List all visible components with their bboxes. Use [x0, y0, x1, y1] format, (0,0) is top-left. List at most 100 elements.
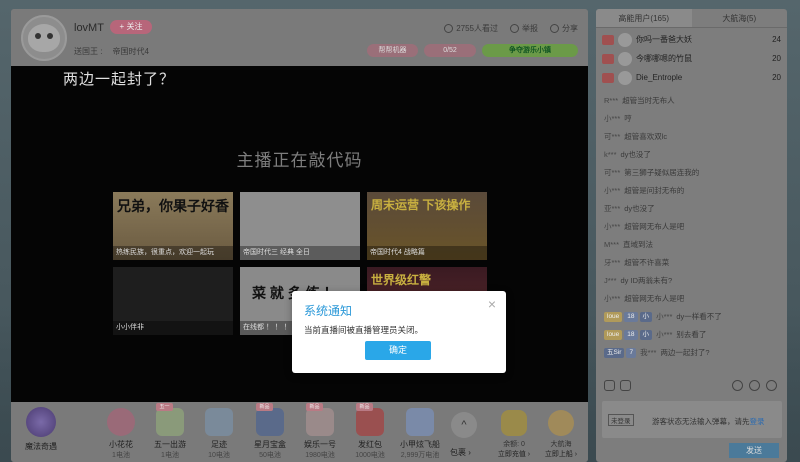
magic-adventure-button[interactable]: 魔法奇遇: [21, 407, 61, 452]
chat-text: 超管当时无布人: [622, 96, 675, 105]
chat-user[interactable]: J***: [604, 276, 617, 285]
rank-row[interactable]: 你吗一番爸大妖 24: [602, 30, 781, 49]
chat-user[interactable]: 可***: [604, 168, 620, 177]
emoji-icon[interactable]: [604, 380, 615, 391]
send-king-value[interactable]: 帝国时代4: [112, 47, 148, 56]
card-caption: 帝国时代三 经典 全日: [240, 246, 360, 260]
gift-price: 1电池: [112, 452, 130, 459]
gift-item[interactable]: 五一 五一出游 1电池: [148, 403, 192, 460]
flower-icon: [107, 408, 135, 436]
gift-tag: 新品: [306, 403, 323, 411]
robot-pill[interactable]: 帮帮机器: [367, 44, 418, 57]
chat-message: 可*** 第三狮子疑似居连我的: [604, 164, 779, 182]
streamer-avatar[interactable]: [21, 15, 67, 61]
avatar: [618, 51, 632, 66]
magic-icon[interactable]: [766, 380, 777, 391]
chat-user[interactable]: 小***: [604, 114, 620, 123]
tab-high-energy[interactable]: 高能用户(165): [596, 9, 692, 27]
gift-item[interactable]: 小花花 1电池: [99, 408, 143, 460]
chat-user[interactable]: 可***: [604, 132, 620, 141]
sticker-icon[interactable]: [620, 380, 631, 391]
gift-item[interactable]: 新品 娱乐一号 1980电池: [298, 403, 342, 460]
fan-badge[interactable]: 五Sir: [604, 348, 625, 359]
chat-user[interactable]: k***: [604, 150, 617, 159]
chat-text: 超管不许喜菜: [624, 258, 670, 267]
player-card: lovMT + 关注 送国王 : 帝国时代4 2755人看过 举报 分享 帮帮机器…: [11, 9, 588, 462]
recommend-card[interactable]: 周末运营 下该操作 帝国时代4 战略篇: [367, 192, 487, 260]
send-button[interactable]: 发送: [729, 443, 779, 458]
gift-icon[interactable]: [732, 380, 743, 391]
voyage-boarding[interactable]: 大航海 立即上船 ›: [541, 410, 581, 459]
phone-pill[interactable]: 0/52: [424, 44, 476, 57]
chat-user[interactable]: R***: [604, 96, 618, 105]
balance-recharge[interactable]: 余额: 0 立即充值 ›: [494, 410, 534, 459]
streamer-name[interactable]: lovMT: [74, 22, 104, 34]
danmaku-input[interactable]: 未登录 游客状态无法输入弹幕，请先登录: [602, 401, 782, 438]
gift-item[interactable]: 新品 星月宝盒 50电池: [248, 403, 292, 460]
voyage-link[interactable]: 立即上船 ›: [541, 449, 581, 459]
balance-text: 余额: 0: [503, 441, 525, 448]
report-button[interactable]: 举报: [510, 23, 538, 34]
card-text: 世界级红警: [371, 273, 432, 287]
gift-item[interactable]: 新品 发红包 1000电池: [348, 403, 392, 460]
recommend-card[interactable]: 兄弟，你果子好香 热练民族，很重点，欢迎一起玩: [113, 192, 233, 260]
share-button[interactable]: 分享: [550, 23, 578, 34]
chat-text: dy也没了: [624, 204, 655, 213]
fan-badge[interactable]: loue: [604, 330, 623, 341]
login-link[interactable]: 登录: [750, 417, 765, 426]
recommend-card[interactable]: 小小伴非: [113, 267, 233, 335]
offline-message: 主播正在敲代码: [236, 151, 363, 170]
chat-user[interactable]: 小***: [656, 312, 672, 321]
gift-name: 发红包: [358, 440, 382, 449]
send-king: 送国王 : 帝国时代4: [74, 46, 149, 57]
gift-item[interactable]: 足迹 10电池: [197, 408, 241, 460]
footprint-icon: [205, 408, 233, 436]
chat-text: 直域到法: [623, 240, 654, 249]
share-icon: [550, 24, 559, 33]
chat-user[interactable]: 我***: [640, 348, 656, 357]
card-caption: 热练民族，很重点，欢迎一起玩: [113, 246, 233, 260]
tab-voyage[interactable]: 大航海(5): [692, 9, 788, 27]
close-icon[interactable]: ×: [488, 297, 496, 311]
gift-bar: 魔法奇遇 小花花 1电池 五一 五一出游 1电池 足迹 10电池 新品 星月宝盒…: [11, 402, 588, 462]
chat-message: 小*** 超管网无布人是吧: [604, 218, 779, 236]
chat-message: 牙*** 超管不许喜菜: [604, 254, 779, 272]
rank-value: 20: [772, 54, 781, 63]
chat-text: 超管是问封无布的: [624, 186, 685, 195]
chat-toolbar: [602, 378, 781, 394]
recharge-link[interactable]: 立即充值 ›: [494, 449, 534, 459]
voyage-text: 大航海: [550, 441, 572, 448]
chat-user[interactable]: 小***: [656, 330, 672, 339]
chat-user[interactable]: 小***: [604, 294, 620, 303]
chat-user[interactable]: 亚***: [604, 204, 620, 213]
chat-text: 超管网无布人是吧: [624, 294, 685, 303]
rank-value: 20: [772, 73, 781, 82]
avatar: [618, 70, 632, 85]
header-actions: 2755人看过 举报 分享: [444, 23, 578, 34]
chat-user[interactable]: M***: [604, 240, 619, 249]
rank-name: Die_Entrople: [636, 73, 683, 82]
follow-button[interactable]: + 关注: [110, 20, 152, 34]
chat-message: M*** 直域到法: [604, 236, 779, 254]
chevron-up-icon[interactable]: ^: [451, 412, 477, 438]
chat-text: dy ID两翁未有?: [620, 276, 673, 285]
chat-user[interactable]: 牙***: [604, 258, 620, 267]
recommend-card[interactable]: 帝国时代三 经典 全日: [240, 192, 360, 260]
user-badge: 小: [639, 312, 653, 323]
rank-row[interactable]: Die_Entrople 20: [602, 68, 781, 87]
chat-text: 两边一起封了?: [660, 348, 710, 357]
fan-badge[interactable]: loue: [604, 312, 623, 323]
card-text: 兄弟，你果子好香: [117, 198, 229, 214]
rank-name: 你吗一番爸大妖: [636, 35, 692, 44]
contest-pill[interactable]: 争夺游乐小镇: [482, 44, 578, 57]
smile-icon[interactable]: [749, 380, 760, 391]
chat-message: loue 18 小 小*** dy一样看不了: [604, 308, 779, 326]
gift-item[interactable]: 小甲炫飞船 2,999万电池: [398, 408, 442, 460]
gift-tag: 五一: [156, 403, 173, 411]
package-button[interactable]: 包裹 ›: [450, 447, 471, 458]
rank-row[interactable]: 今哪哪嗯的竹鼠 20: [602, 49, 781, 68]
confirm-button[interactable]: 确定: [365, 341, 431, 360]
chat-message: 小*** 哼: [604, 110, 779, 128]
chat-user[interactable]: 小***: [604, 186, 620, 195]
chat-user[interactable]: 小***: [604, 222, 620, 231]
